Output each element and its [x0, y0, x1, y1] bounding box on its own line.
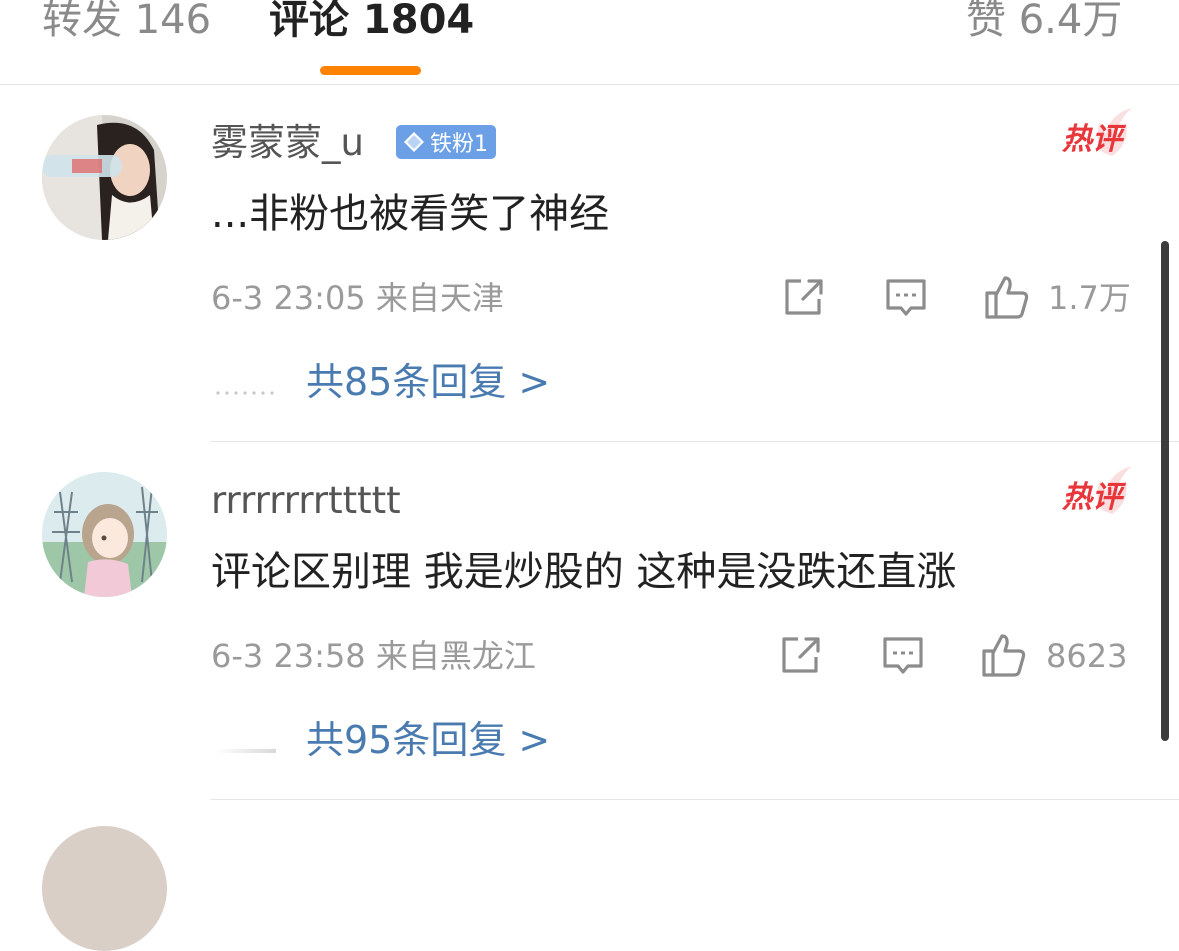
avatar[interactable] — [42, 115, 167, 240]
share-icon — [782, 637, 820, 673]
hot-comment-label: 热评 — [1062, 122, 1122, 157]
scrollbar[interactable] — [1161, 241, 1169, 741]
comment-icon — [886, 279, 926, 316]
thumbs-up-icon — [982, 634, 1026, 677]
comment-icon — [883, 637, 923, 674]
comment-reply-button[interactable] — [885, 278, 927, 322]
tab-comments[interactable]: 评论 1804 — [269, 0, 474, 46]
share-icon — [785, 279, 823, 315]
view-replies-link[interactable]: 共95条回复 > — [306, 716, 550, 764]
hot-comment-badge: 热评 — [1060, 108, 1136, 158]
hot-comment-badge: 热评 — [1060, 466, 1136, 516]
comment-reply-button[interactable] — [882, 636, 924, 680]
like-count: 8623 — [1046, 637, 1128, 675]
like-count: 1.7万 — [1048, 279, 1131, 317]
hot-comment-label: 热评 — [1062, 480, 1122, 515]
comment-text: 评论区别理 我是炒股的 这种是没跌还直涨 — [211, 549, 957, 595]
tab-reposts[interactable]: 转发 146 — [42, 0, 211, 46]
fan-badge[interactable]: 铁粉1 — [396, 125, 496, 159]
reply-separator — [216, 738, 276, 753]
reply-separator — [216, 380, 276, 395]
like-button[interactable] — [984, 274, 1030, 324]
comment-meta: 6-3 23:05 来自天津 — [211, 279, 504, 317]
comment-meta: 6-3 23:58 来自黑龙江 — [211, 637, 536, 675]
diamond-icon — [404, 132, 424, 152]
divider — [210, 441, 1179, 442]
fan-badge-label: 铁粉1 — [430, 132, 488, 157]
avatar[interactable] — [42, 826, 167, 951]
share-button[interactable] — [780, 635, 822, 679]
active-tab-indicator — [320, 66, 421, 75]
tab-bar: 转发 146 评论 1804 赞 6.4万 — [0, 0, 1179, 85]
thumbs-up-icon — [985, 276, 1029, 319]
username[interactable]: rrrrrrrrttttt — [211, 478, 401, 524]
view-replies-link[interactable]: 共85条回复 > — [306, 358, 550, 406]
username[interactable]: 雾蒙蒙_u — [211, 120, 364, 166]
like-button[interactable] — [981, 632, 1027, 682]
avatar[interactable] — [42, 472, 167, 597]
comment-text: ...非粉也被看笑了神经 — [211, 191, 610, 237]
divider — [210, 799, 1179, 800]
share-button[interactable] — [783, 277, 825, 321]
tab-likes[interactable]: 赞 6.4万 — [966, 0, 1122, 46]
